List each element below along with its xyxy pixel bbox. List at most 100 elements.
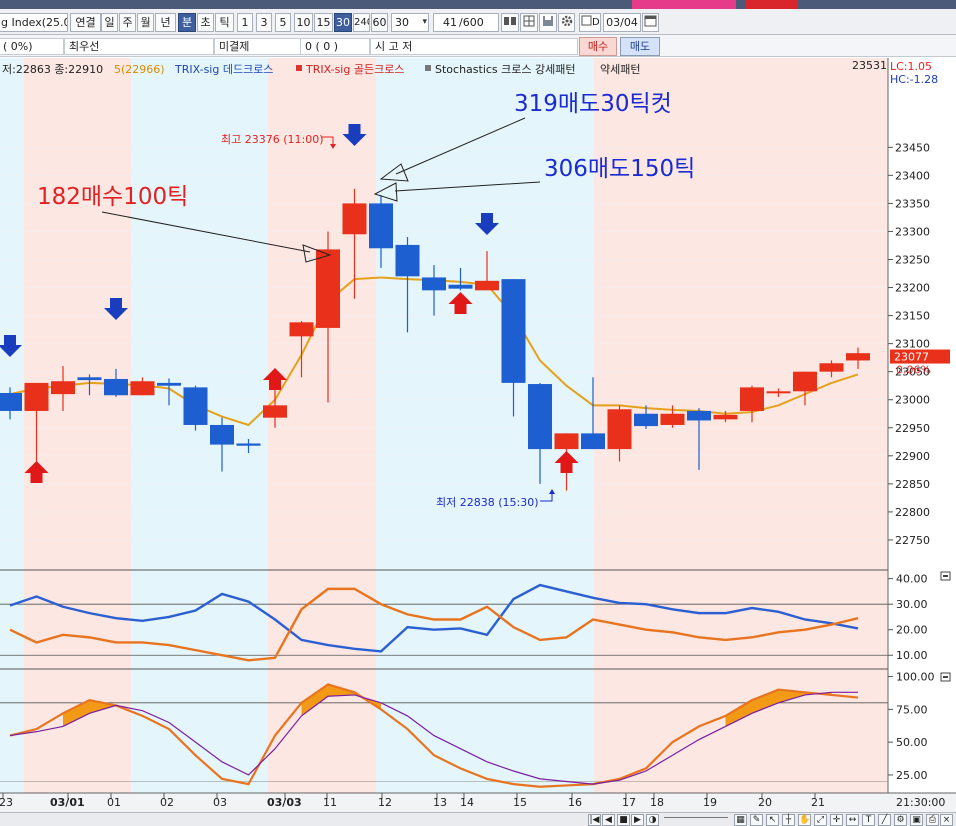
period-week-button[interactable]: 주: [119, 13, 136, 32]
prev-icon[interactable]: ◀: [602, 814, 615, 826]
buy-button[interactable]: 매수: [579, 37, 617, 56]
arrow-icon[interactable]: ↖: [766, 814, 779, 826]
symbol-field[interactable]: g Index(25.0: [0, 13, 68, 32]
title-action-button[interactable]: [632, 0, 736, 9]
calendar-icon[interactable]: [642, 13, 659, 32]
calendar-toggle-checkbox[interactable]: D: [579, 13, 601, 32]
settings-icon[interactable]: ⚙: [894, 814, 907, 826]
period-year-button[interactable]: 년: [155, 13, 176, 32]
axis-top-label: 23531: [852, 59, 887, 72]
axis-icon[interactable]: ┼: [782, 814, 795, 826]
stop-icon[interactable]: ■: [617, 814, 630, 826]
line-icon[interactable]: ╱: [878, 814, 891, 826]
session-background-bands: [0, 58, 888, 793]
period-minute-button[interactable]: 분: [178, 13, 196, 32]
expand-icon[interactable]: ⤢: [814, 814, 827, 826]
trade-sell-note: 306매도150틱: [544, 156, 695, 182]
period-select[interactable]: 30: [391, 13, 429, 32]
period-second-button[interactable]: 초: [197, 13, 214, 32]
lock-icon[interactable]: ▣: [910, 814, 923, 826]
legend-stoch-cross: Stochastics 크로스 강세패턴: [435, 63, 576, 76]
osc-tick-label: 40.00: [896, 573, 928, 586]
candle-up: [24, 382, 49, 411]
legend-weak-pattern: 약세패턴: [600, 62, 640, 76]
candle-down: [528, 384, 552, 450]
candle-down: [0, 392, 22, 411]
candle-down: [104, 378, 128, 396]
candle-down: [210, 424, 234, 445]
measure-icon[interactable]: ↔: [846, 814, 859, 826]
grid-tool-icon[interactable]: ▦: [734, 814, 747, 826]
candle-down: [183, 387, 208, 425]
time-tick-label: 12: [378, 796, 392, 809]
legend-swatch-red: [296, 65, 302, 71]
zoom-icon[interactable]: ◑: [646, 814, 659, 826]
legend-ma: 5(22966): [114, 63, 165, 76]
price-tick-label: 23000: [895, 394, 930, 407]
interval-1-button[interactable]: 1: [237, 13, 253, 32]
close-icon[interactable]: ×: [940, 814, 953, 826]
candle-up: [713, 414, 738, 420]
date-input[interactable]: 03/04: [603, 13, 641, 32]
interval-15-button[interactable]: 15: [314, 13, 333, 32]
layout-icon[interactable]: [501, 13, 519, 32]
save-icon[interactable]: [539, 13, 557, 32]
current-price-value: 23077: [894, 351, 929, 364]
period-tick-button[interactable]: 틱: [215, 13, 234, 32]
time-tick-label: 11: [323, 796, 337, 809]
candle-up: [51, 381, 75, 395]
title-live-button[interactable]: [746, 0, 798, 9]
link-button[interactable]: 연결: [70, 13, 101, 32]
window-title-strip: [0, 0, 956, 9]
candle-up: [793, 371, 817, 392]
candle-down: [581, 433, 605, 450]
price-tick-label: 22750: [895, 534, 930, 547]
next-icon[interactable]: ▶: [631, 814, 644, 826]
legend-swatch-gray: [425, 65, 431, 71]
sell-button[interactable]: 매도: [620, 37, 660, 56]
stoch-tick-label: 25.00: [896, 769, 928, 782]
candle-up: [263, 405, 287, 418]
time-tick-label: 21: [811, 796, 825, 809]
interval-30-button[interactable]: 30: [334, 13, 352, 32]
interval-60-button[interactable]: 60: [371, 13, 388, 32]
count-input[interactable]: 41: [433, 13, 459, 32]
crosshair-icon[interactable]: ✛: [830, 814, 843, 826]
interval-3-button[interactable]: 3: [256, 13, 272, 32]
svg-text:D: D: [592, 17, 599, 28]
candle-up: [130, 381, 155, 396]
price-chart[interactable]: 저:22863 종:22910 5(22966) TRIX-sig 데드크로스 …: [0, 58, 956, 812]
candle-down: [687, 410, 711, 421]
first-icon[interactable]: |◀: [588, 814, 601, 826]
hand-icon[interactable]: ✋: [798, 814, 811, 826]
stoch-tick-label: 50.00: [896, 736, 928, 749]
osc-tick-label: 10.00: [896, 649, 928, 662]
period-day-button[interactable]: 일: [101, 13, 118, 32]
time-tick-label: 02: [160, 796, 174, 809]
time-tick-label: 03/01: [50, 796, 85, 809]
interval-10-button[interactable]: 10: [294, 13, 313, 32]
text-icon[interactable]: T: [862, 814, 875, 826]
scroll-track[interactable]: [664, 817, 728, 823]
osc-close-glyph: [943, 575, 948, 577]
time-tick-label: 13: [433, 796, 447, 809]
price-tick-label: 23300: [895, 225, 930, 238]
chart-scroll-bar[interactable]: |◀ ◀ ■ ▶ ◑ ▦ ✎ ↖ ┼ ✋ ⤢ ✛ ↔ T ╱ ⚙ ▣ ⎙ ×: [0, 812, 956, 826]
interval-5-button[interactable]: 5: [275, 13, 291, 32]
interval-240-button[interactable]: 240: [353, 13, 370, 32]
candle-up: [289, 322, 314, 337]
candle-up: [475, 280, 499, 291]
time-tick-label: 18: [650, 796, 664, 809]
time-axis-right-label: 21:30:00: [896, 796, 945, 809]
trade-cut-note: 319매도30틱컷: [514, 91, 672, 117]
tool-icon[interactable]: ✎: [750, 814, 763, 826]
candle-up: [554, 433, 579, 450]
candle-down: [157, 382, 181, 386]
stoch-tick-label: 75.00: [896, 703, 928, 716]
print-icon[interactable]: ⎙: [926, 814, 939, 826]
gear-icon[interactable]: [558, 13, 575, 32]
period-month-button[interactable]: 월: [137, 13, 154, 32]
grid-icon[interactable]: [520, 13, 538, 32]
candle-up: [766, 391, 791, 394]
quote-info-row: ( 0%) 최우선 미결제 0 ( 0 ) 시 고 저 매수 매도: [0, 35, 956, 57]
